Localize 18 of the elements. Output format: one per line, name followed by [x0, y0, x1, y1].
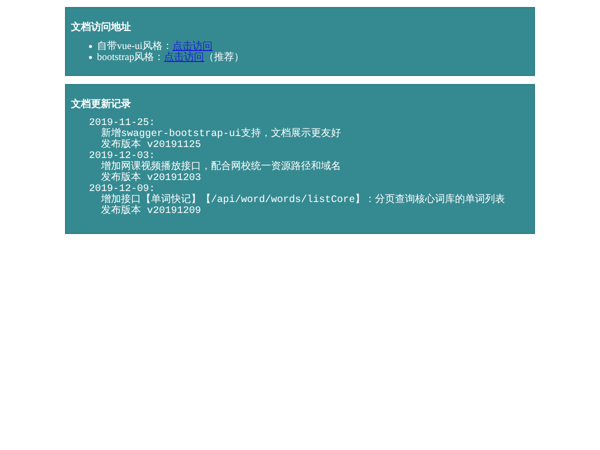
panel-title: 文档更新记录	[71, 97, 132, 112]
changelog-date: 2019-12-09:	[89, 184, 156, 195]
style-label: 自带vue-ui风格：	[97, 41, 173, 52]
changelog-line: 增加接口【单词快记】【/api/word/words/listCore】：分页查询核心词库的单词列表	[100, 195, 506, 206]
changelog-line: 增加网课视频播放接口，配合网校统一资源路径和域名	[100, 162, 342, 173]
visit-link[interactable]: 点击访问	[172, 41, 213, 52]
changelog-line: 发布版本 v20191203	[100, 173, 202, 184]
visit-link[interactable]: 点击访问	[164, 52, 204, 63]
changelog-line: 新增swagger-bootstrap-ui支持，文档展示更友好	[100, 129, 342, 140]
style-label: bootstrap风格：	[97, 52, 164, 63]
changelog-date: 2019-12-03:	[89, 151, 156, 162]
panel-title: 文档访问地址	[71, 20, 132, 35]
changelog-date: 2019-11-25:	[89, 118, 156, 129]
changelog-line: 发布版本 v20191209	[100, 206, 202, 217]
changelog-line: 发布版本 v20191125	[100, 140, 202, 151]
bullet-icon	[89, 45, 92, 48]
recommend-note: （推荐）	[204, 52, 244, 63]
bullet-icon	[89, 56, 92, 59]
